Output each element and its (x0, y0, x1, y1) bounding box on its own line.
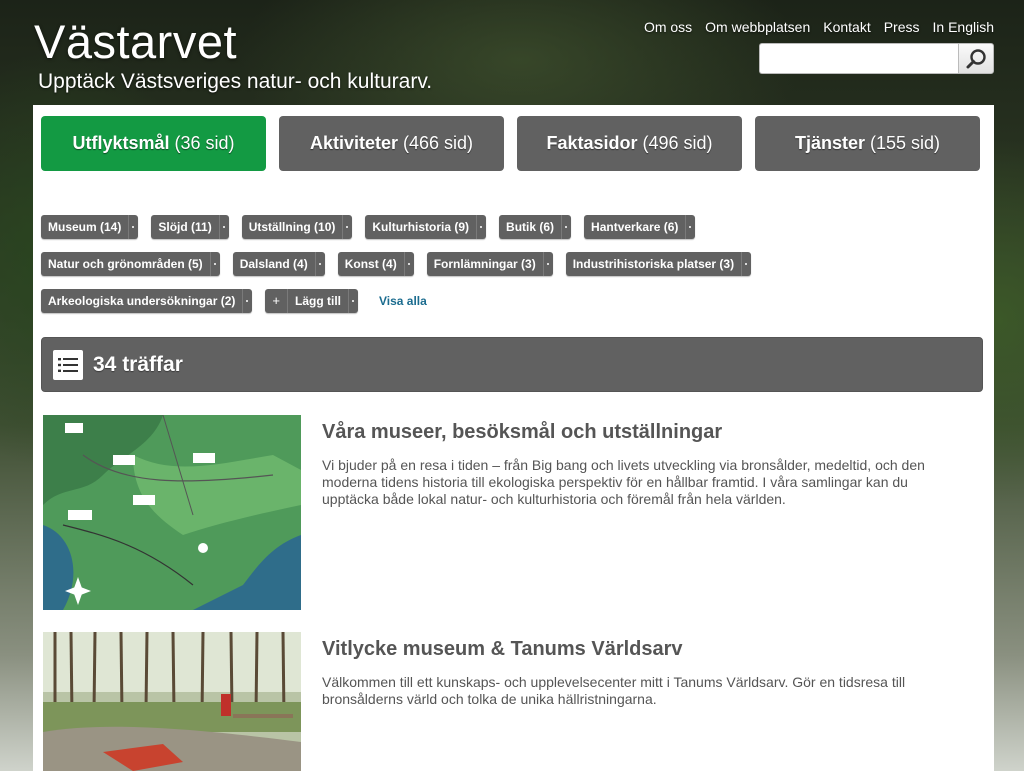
tab-count: (496 sid) (642, 133, 713, 153)
tab-label: Utflyktsmål (72, 133, 170, 153)
tag-label: Hantverkare (6) (591, 220, 679, 234)
tab-aktiviteter[interactable]: Aktiviteter (466 sid) (279, 116, 504, 171)
result-description: Välkommen till ett kunskaps- och uppleve… (322, 674, 906, 707)
tab-label: Faktasidor (546, 133, 638, 153)
tab-count: (155 sid) (870, 133, 941, 153)
search-button[interactable] (958, 43, 994, 74)
tag-filter-arkeologiska[interactable]: Arkeologiska undersökningar (2) (41, 289, 253, 313)
tag-dropdown-dot[interactable] (314, 252, 325, 276)
tab-count: (36 sid) (174, 133, 235, 153)
tag-filter-dalsland[interactable]: Dalsland (4) (232, 252, 325, 276)
nav-link-kontakt[interactable]: Kontakt (823, 19, 870, 35)
tag-filter-museum[interactable]: Museum (14) (41, 215, 139, 239)
tab-tjanster[interactable]: Tjänster (155 sid) (755, 116, 980, 171)
list-icon (58, 357, 78, 372)
results-header: 34 träffar (41, 337, 983, 392)
tag-label: Dalsland (4) (239, 257, 308, 271)
tag-filter-utstallning[interactable]: Utställning (10) (241, 215, 353, 239)
tag-filter-konst[interactable]: Konst (4) (337, 252, 414, 276)
search-icon (966, 48, 986, 68)
tag-dropdown-dot[interactable] (242, 289, 252, 313)
tag-filter-row: Museum (14) Slöjd (11) Utställning (10) … (41, 215, 696, 239)
result-thumbnail-map[interactable] (43, 415, 301, 610)
tag-filter-butik[interactable]: Butik (6) (499, 215, 572, 239)
tag-filter-natur[interactable]: Natur och grönområden (5) (41, 252, 220, 276)
tag-label: Konst (4) (344, 257, 397, 271)
tag-dropdown-dot[interactable] (741, 252, 751, 276)
search-input[interactable] (759, 43, 958, 74)
tag-filter-industrihistoriska[interactable]: Industrihistoriska platser (3) (565, 252, 752, 276)
nav-link-in-english[interactable]: In English (933, 19, 994, 35)
result-thumbnail-forest[interactable] (43, 632, 301, 771)
tag-label: Fornlämningar (3) (433, 257, 536, 271)
nav-link-om-oss[interactable]: Om oss (644, 19, 692, 35)
tag-dropdown-dot[interactable] (209, 252, 220, 276)
plus-icon: + (265, 289, 288, 313)
top-navigation: Om oss Om webbplatsen Kontakt Press In E… (644, 19, 994, 35)
list-view-button[interactable] (53, 349, 83, 380)
tab-label: Aktiviteter (309, 133, 398, 153)
tag-filter-kulturhistoria[interactable]: Kulturhistoria (9) (365, 215, 487, 239)
tag-dropdown-dot[interactable] (347, 289, 358, 313)
tag-dropdown-dot[interactable] (685, 215, 695, 239)
tag-filter-row: Arkeologiska undersökningar (2) + Lägg t… (41, 289, 427, 313)
tag-dropdown-dot[interactable] (128, 215, 138, 239)
tag-dropdown-dot[interactable] (218, 215, 229, 239)
tag-label: Slöjd (11) (158, 220, 212, 234)
tab-label: Tjänster (794, 133, 865, 153)
search-box (759, 43, 994, 74)
main-content: Utflyktsmål (36 sid) Aktiviteter (466 sid)… (33, 105, 994, 771)
add-tag-label: Lägg till (294, 294, 341, 308)
tag-dropdown-dot[interactable] (476, 215, 486, 239)
add-tag-button[interactable]: + Lägg till (265, 289, 358, 313)
tag-label: Utställning (10) (248, 220, 336, 234)
tag-filter-slojd[interactable]: Slöjd (11) (151, 215, 229, 239)
tag-filter-hantverkare[interactable]: Hantverkare (6) (584, 215, 696, 239)
result-description: Vi bjuder på en resa i tiden – från Big … (322, 457, 925, 507)
nav-link-om-webbplatsen[interactable]: Om webbplatsen (705, 19, 810, 35)
tab-utflyktsmal[interactable]: Utflyktsmål (36 sid) (41, 116, 266, 171)
site-tagline: Upptäck Västsveriges natur- och kulturar… (38, 70, 433, 93)
results-count: 34 träffar (93, 352, 183, 376)
show-all-link[interactable]: Visa alla (379, 294, 427, 308)
tag-dropdown-dot[interactable] (561, 215, 571, 239)
tag-filter-fornlamningar[interactable]: Fornlämningar (3) (426, 252, 553, 276)
tab-count: (466 sid) (403, 133, 474, 153)
category-tabs: Utflyktsmål (36 sid) Aktiviteter (466 sid)… (41, 116, 980, 171)
tag-dropdown-dot[interactable] (342, 215, 352, 239)
tag-filter-row: Natur och grönområden (5) Dalsland (4) K… (41, 252, 752, 276)
tag-label: Arkeologiska undersökningar (2) (48, 294, 236, 308)
tag-label: Kulturhistoria (9) (372, 220, 470, 234)
site-logo-title[interactable]: Västarvet (34, 14, 237, 69)
tag-label: Industrihistoriska platser (3) (572, 257, 735, 271)
tag-label: Butik (6) (506, 220, 555, 234)
tag-dropdown-dot[interactable] (542, 252, 553, 276)
nav-link-press[interactable]: Press (884, 19, 920, 35)
tag-label: Natur och grönområden (5) (48, 257, 203, 271)
tab-faktasidor[interactable]: Faktasidor (496 sid) (517, 116, 742, 171)
tag-label: Museum (14) (48, 220, 122, 234)
result-title[interactable]: Våra museer, besöksmål och utställningar (322, 421, 722, 444)
tag-dropdown-dot[interactable] (403, 252, 414, 276)
result-title[interactable]: Vitlycke museum & Tanums Världsarv (322, 638, 683, 661)
